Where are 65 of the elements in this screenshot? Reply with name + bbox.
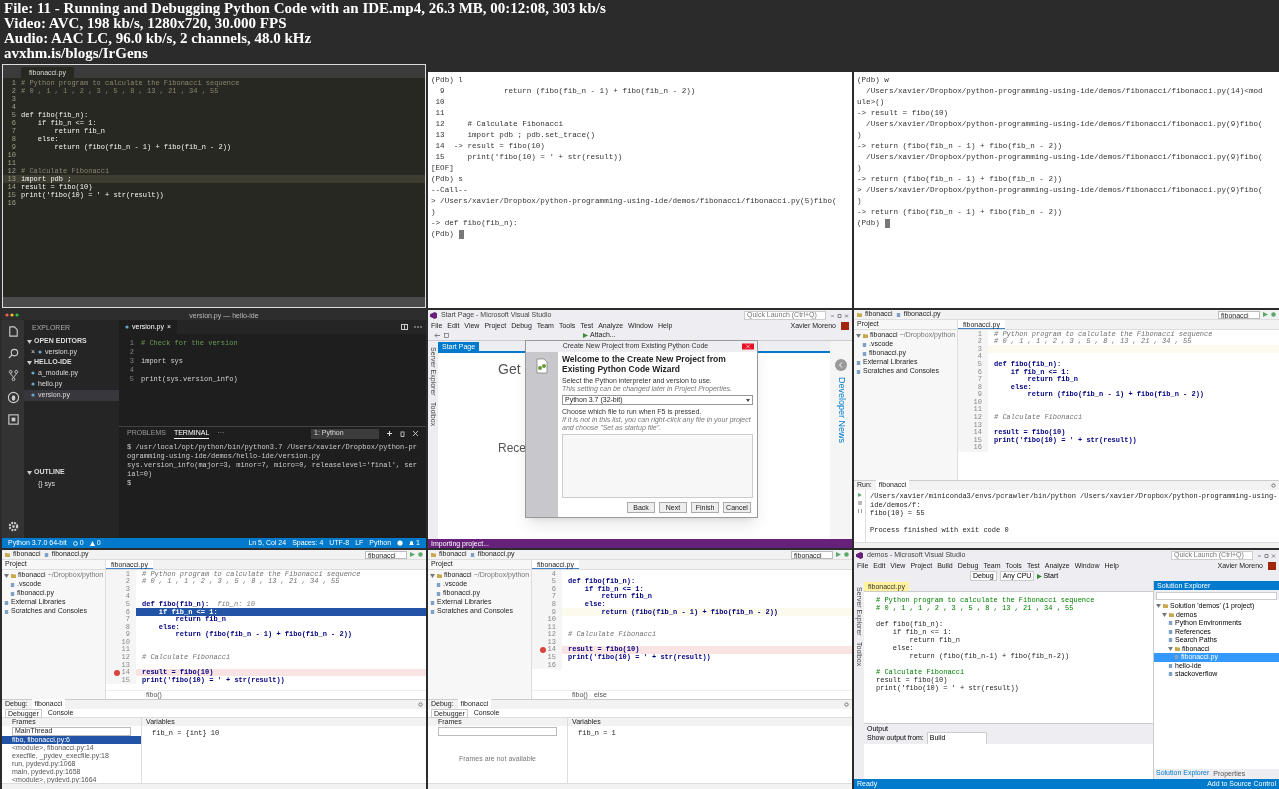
run-icon[interactable]	[1263, 312, 1268, 317]
bug-icon[interactable]	[6, 391, 20, 404]
python-file-icon	[125, 325, 129, 329]
header-line: Audio: AAC LC, 96.0 kb/s, 2 channels, 48.0 kHz	[4, 31, 313, 46]
expand-caret-icon	[27, 470, 32, 475]
python-file-icon	[31, 382, 35, 386]
search-field[interactable]	[1156, 592, 1277, 600]
expand-caret-icon	[27, 339, 32, 344]
run-icon[interactable]	[857, 493, 862, 497]
trash-icon[interactable]	[400, 430, 405, 437]
expand-caret-icon	[4, 573, 9, 578]
warning-icon	[89, 540, 95, 546]
section-heading: Rece	[498, 441, 526, 455]
python-project-icon	[535, 358, 549, 374]
folder-icon	[5, 552, 10, 557]
python-file-icon	[38, 350, 43, 354]
avatar	[1268, 562, 1276, 570]
avatar	[841, 322, 849, 330]
document-icon	[895, 312, 901, 317]
header-line: File: 11 - Running and Debugging Python Code with an IDE.mp4, 26.3 MB, 00:12:08, 303 kb/s	[4, 1, 607, 16]
expand-caret-icon	[27, 360, 32, 365]
run-icon[interactable]	[836, 552, 841, 557]
branch-icon[interactable]	[6, 369, 20, 382]
folder-icon	[437, 573, 442, 578]
header-line: Video: AVC, 198 kb/s, 1280x720, 30.000 FPS	[4, 16, 288, 31]
python-file-icon	[31, 393, 35, 397]
python-file-icon	[31, 371, 35, 375]
settings-icon[interactable]	[7, 521, 19, 532]
breakpoint-icon[interactable]	[113, 669, 120, 676]
debug-icon[interactable]	[1271, 312, 1276, 317]
expand-caret-icon	[430, 573, 435, 578]
visual-studio-logo-icon	[430, 312, 437, 319]
smiley-icon[interactable]	[397, 540, 404, 546]
run-icon[interactable]	[410, 552, 415, 557]
save-icon[interactable]	[444, 333, 449, 338]
expand-caret-icon	[1168, 646, 1173, 651]
error-icon	[72, 540, 78, 546]
breakpoint-icon[interactable]	[539, 646, 546, 653]
expand-caret-icon	[856, 333, 861, 338]
bell-icon[interactable]	[409, 540, 415, 546]
plus-icon[interactable]	[387, 431, 392, 436]
header-line: avxhm.is/blogs/IrGens	[4, 46, 148, 61]
folder-icon	[863, 333, 868, 338]
play-icon	[583, 333, 588, 338]
debug-icon[interactable]	[844, 552, 849, 557]
debug-icon[interactable]	[418, 552, 423, 557]
close-icon[interactable]	[413, 431, 418, 436]
thread-select[interactable]	[438, 727, 557, 736]
stop-icon[interactable]	[857, 501, 862, 505]
page-heading: Get	[498, 361, 521, 377]
play-icon	[1037, 573, 1043, 579]
back-arrow-icon[interactable]	[434, 333, 440, 338]
folder-icon	[1175, 646, 1180, 651]
document-icon	[469, 552, 475, 557]
files-icon[interactable]	[6, 325, 20, 338]
extensions-icon[interactable]	[6, 413, 20, 426]
folder-icon	[11, 573, 16, 578]
folder-icon	[857, 312, 862, 317]
visual-studio-logo-icon	[856, 552, 863, 559]
dropdown-caret-icon	[746, 398, 750, 402]
dialog-heading: Welcome to the Create New Project from Existing Python Code Wizard	[562, 354, 727, 374]
search-icon[interactable]	[6, 347, 20, 360]
folder-icon	[431, 552, 436, 557]
split-editor-icon[interactable]	[401, 324, 408, 330]
document-icon	[43, 552, 49, 557]
